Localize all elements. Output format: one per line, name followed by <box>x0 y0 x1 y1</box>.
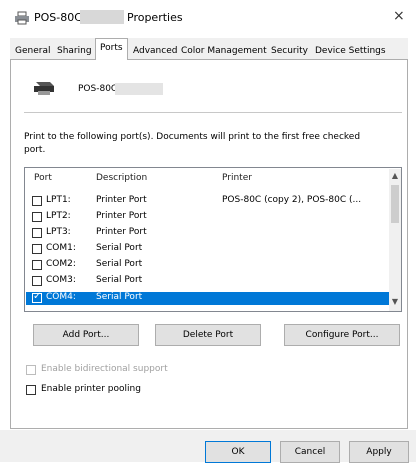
printer-icon <box>15 11 29 25</box>
checkmark-icon: ✓ <box>33 291 42 302</box>
port-name: COM3: <box>46 275 76 285</box>
port-row-lpt1[interactable]: LPT1: Printer Port POS-80C (copy 2), POS… <box>26 195 389 208</box>
port-description: Serial Port <box>96 275 143 285</box>
port-description: Serial Port <box>96 243 143 253</box>
tab-color-management[interactable]: Color Management <box>176 41 272 59</box>
tab-device-settings[interactable]: Device Settings <box>310 41 391 59</box>
cancel-button[interactable]: Cancel <box>280 441 340 463</box>
tab-bar: General Sharing Ports Advanced Color Man… <box>10 38 410 60</box>
port-description: Printer Port <box>96 195 147 205</box>
port-checkbox[interactable] <box>32 196 42 206</box>
port-row-com4[interactable]: ✓ COM4: Serial Port <box>26 291 389 305</box>
port-row-lpt3[interactable]: LPT3: Printer Port <box>26 227 389 240</box>
printer-name: POS-80C <box>78 84 118 94</box>
tab-advanced[interactable]: Advanced <box>128 41 182 59</box>
scroll-down-icon[interactable]: ▼ <box>389 297 401 306</box>
port-row-com2[interactable]: COM2: Serial Port <box>26 259 389 272</box>
tab-general[interactable]: General <box>10 41 55 59</box>
port-row-lpt2[interactable]: LPT2: Printer Port <box>26 211 389 224</box>
port-checkbox[interactable] <box>32 260 42 270</box>
add-port-button[interactable]: Add Port... <box>33 324 139 346</box>
port-description: Printer Port <box>96 227 147 237</box>
port-description: Printer Port <box>96 211 147 221</box>
tab-security[interactable]: Security <box>266 41 313 59</box>
port-checkbox[interactable] <box>32 276 42 286</box>
printer-large-icon <box>34 82 54 95</box>
printer-pooling-label: Enable printer pooling <box>41 384 141 394</box>
port-checkbox-checked[interactable]: ✓ <box>32 291 42 303</box>
column-header-description[interactable]: Description <box>96 173 147 183</box>
port-row-com3[interactable]: COM3: Serial Port <box>26 275 389 288</box>
window-title-suffix: Properties <box>127 11 183 24</box>
port-name: COM1: <box>46 243 76 253</box>
port-description: Serial Port <box>96 259 143 269</box>
port-name: LPT2: <box>46 211 71 221</box>
divider <box>24 112 402 113</box>
port-row-com1[interactable]: COM1: Serial Port <box>26 243 389 256</box>
column-header-port[interactable]: Port <box>34 173 52 183</box>
port-name: LPT3: <box>46 227 71 237</box>
port-checkbox[interactable] <box>32 212 42 222</box>
instructions-text: Print to the following port(s). Document… <box>24 132 361 155</box>
port-name: LPT1: <box>46 195 71 205</box>
port-name: COM4: <box>46 292 76 302</box>
delete-port-button[interactable]: Delete Port <box>155 324 261 346</box>
apply-button[interactable]: Apply <box>349 441 409 463</box>
port-checkbox[interactable] <box>32 228 42 238</box>
redacted-block <box>115 83 163 95</box>
column-header-printer[interactable]: Printer <box>222 173 252 183</box>
port-printer: POS-80C (copy 2), POS-80C (... <box>222 195 362 205</box>
tab-ports[interactable]: Ports <box>95 38 128 60</box>
port-list[interactable]: Port Description Printer LPT1: Printer P… <box>24 167 402 312</box>
configure-port-button[interactable]: Configure Port... <box>284 324 400 346</box>
redacted-block <box>80 10 124 24</box>
ok-button[interactable]: OK <box>205 441 271 463</box>
scroll-thumb[interactable] <box>391 185 399 223</box>
window-title-prefix: POS-80C <box>34 11 82 24</box>
bidirectional-label: Enable bidirectional support <box>41 364 168 374</box>
tab-sharing[interactable]: Sharing <box>52 41 97 59</box>
port-checkbox[interactable] <box>32 244 42 254</box>
vertical-scrollbar[interactable]: ▲ ▼ <box>389 169 401 311</box>
close-button[interactable]: × <box>393 8 405 24</box>
port-name: COM2: <box>46 259 76 269</box>
port-description: Serial Port <box>96 292 143 302</box>
bidirectional-checkbox[interactable] <box>26 365 36 375</box>
printer-pooling-checkbox[interactable] <box>26 385 36 395</box>
scroll-up-icon[interactable]: ▲ <box>389 171 401 180</box>
